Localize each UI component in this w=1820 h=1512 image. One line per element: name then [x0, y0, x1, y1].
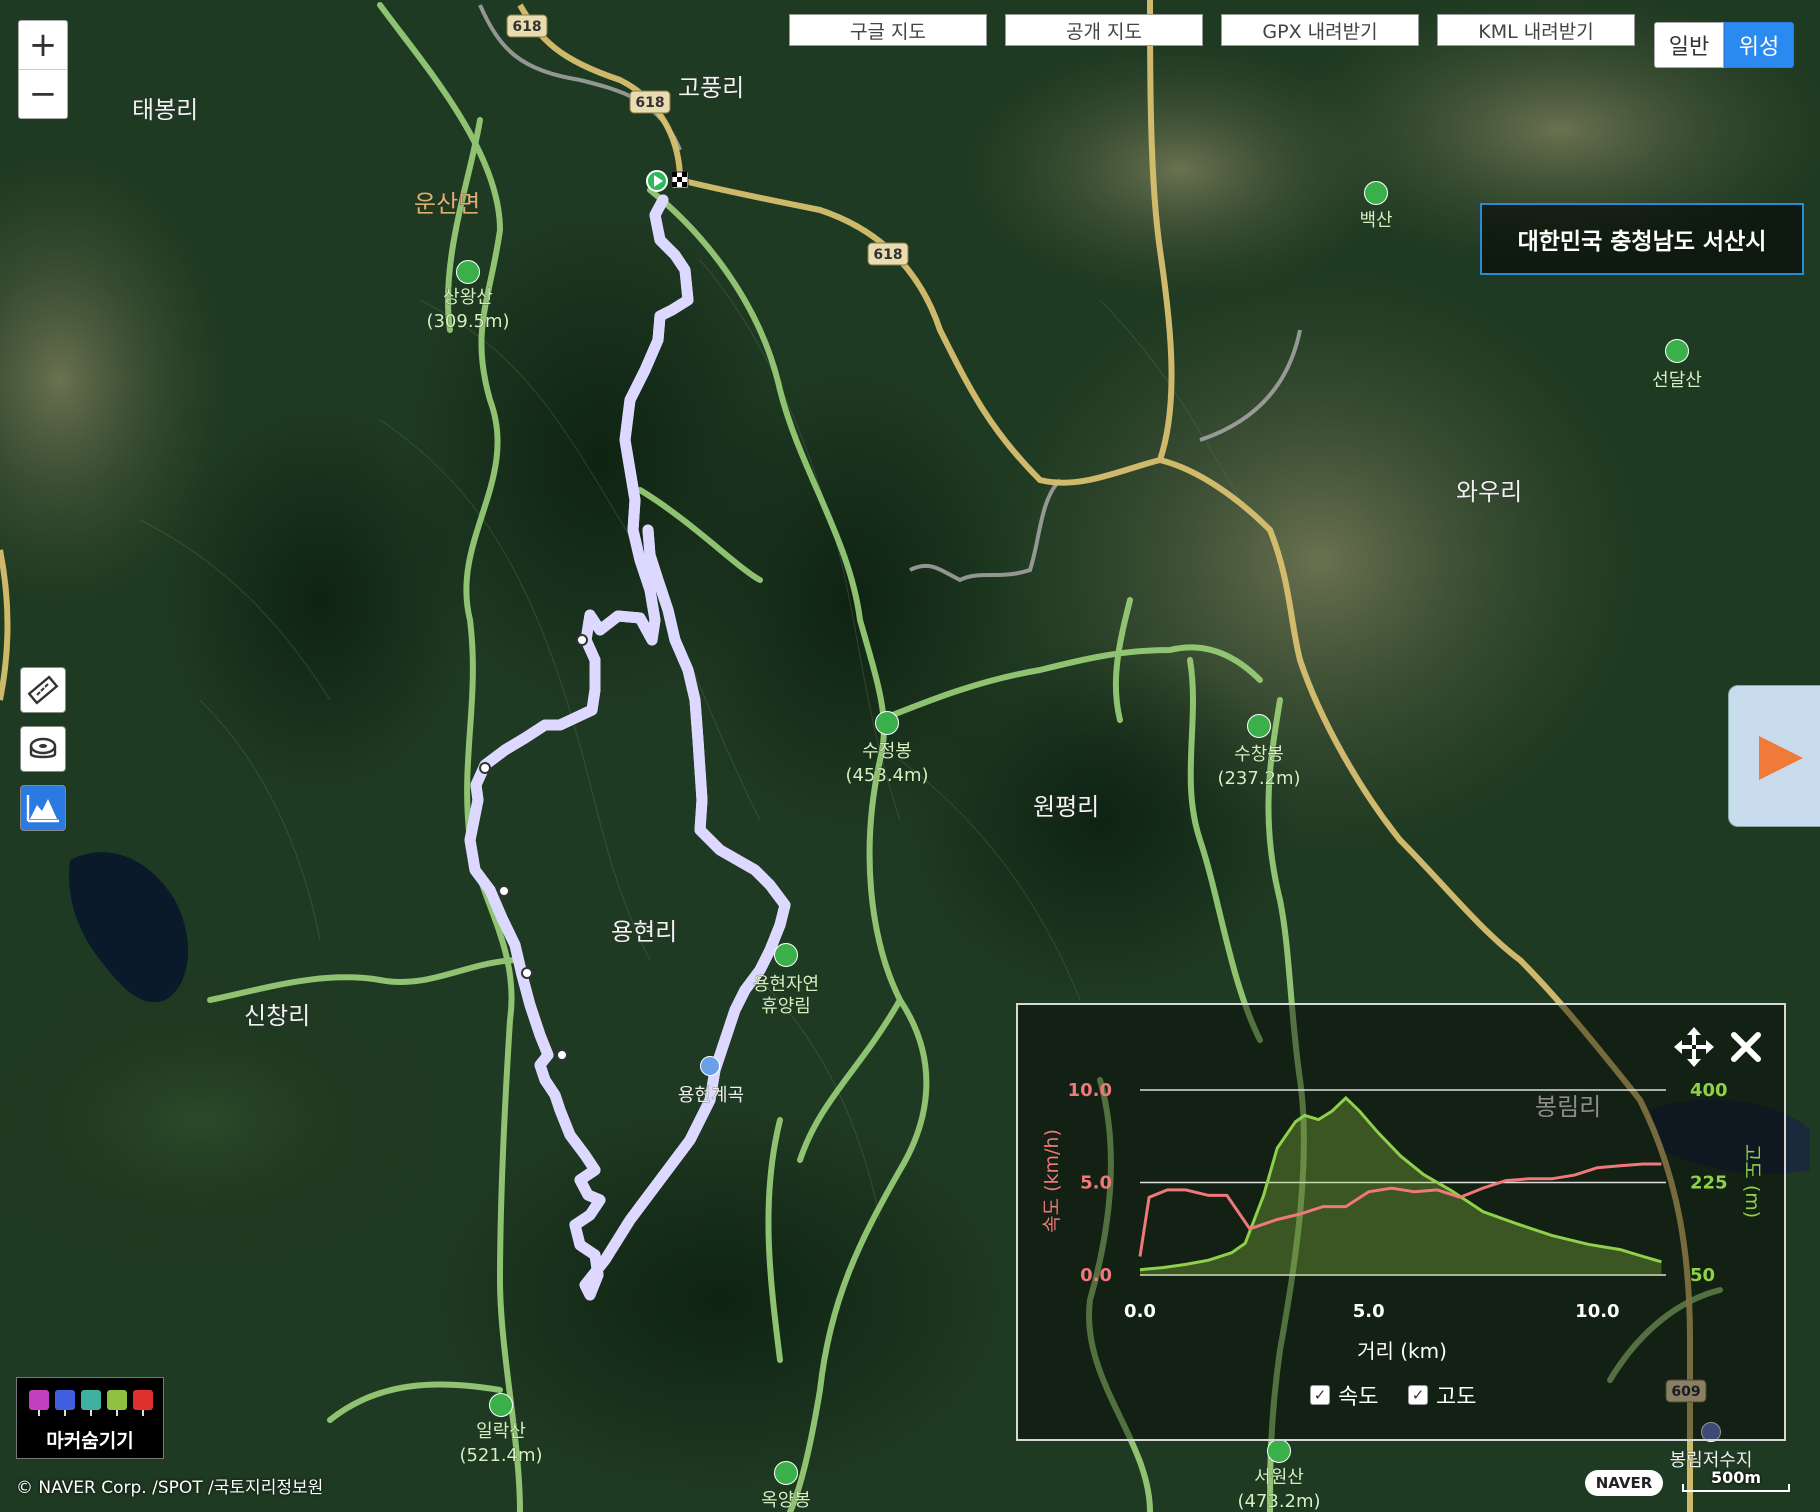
- region-label: 대한민국 충청남도 서산시: [1480, 203, 1804, 275]
- elevation-profile-tool-button[interactable]: [20, 785, 66, 831]
- svg-text:옥양봉: 옥양봉: [761, 1490, 811, 1511]
- label-taebongri: 태봉리: [132, 96, 198, 124]
- side-panel-toggle[interactable]: [1728, 685, 1820, 827]
- road-618-shield-right: 618: [867, 242, 909, 266]
- x-tick-2: 10.0: [1575, 1301, 1619, 1322]
- road-618-shield-top: 618: [506, 14, 548, 38]
- tape-measure-icon: [29, 737, 57, 759]
- label-sinchangri: 신창리: [244, 1002, 310, 1030]
- label-wonpyeongri: 원평리: [1033, 793, 1099, 821]
- legend-speed-label: 속도: [1338, 1385, 1379, 1410]
- x-tick-0: 0.0: [1124, 1301, 1156, 1322]
- marker-hide-label: 마커숨기기: [46, 1430, 134, 1452]
- ruler-tool-button[interactable]: [20, 667, 66, 713]
- y-right-tick-0: 50: [1690, 1265, 1715, 1286]
- speed-elevation-chart: 0.0 5.0 10.0 50 225 400 0.0 5.0 10.0 거리 (km) 속도 …: [1041, 1080, 1763, 1363]
- legend-elevation-label: 고도: [1436, 1385, 1477, 1410]
- svg-text:618: 618: [873, 247, 902, 263]
- svg-text:618: 618: [512, 19, 541, 35]
- x-axis-label: 거리 (km): [1357, 1339, 1447, 1363]
- svg-text:(453.4m): (453.4m): [845, 765, 928, 786]
- label-yonghyeonri: 용현리: [611, 918, 677, 946]
- svg-text:(309.5m): (309.5m): [426, 311, 509, 332]
- y-right-tick-2: 400: [1690, 1080, 1728, 1101]
- label-gopungri: 고풍리: [678, 74, 744, 102]
- svg-text:용현계곡: 용현계곡: [678, 1085, 744, 1106]
- map-type-satellite-button[interactable]: 위성: [1724, 22, 1794, 68]
- marker-hide-button[interactable]: 마커숨기기: [16, 1377, 164, 1459]
- naver-logo: NAVER: [1585, 1470, 1663, 1496]
- svg-text:(521.4m): (521.4m): [459, 1445, 542, 1466]
- svg-text:(237.2m): (237.2m): [1217, 768, 1300, 789]
- map-attribution: © NAVER Corp. /SPOT /국토지리정보원: [16, 1478, 324, 1498]
- zoom-control: + −: [18, 20, 68, 119]
- elevation-checkbox[interactable]: ✓: [1408, 1385, 1428, 1405]
- ruler-icon: [27, 675, 59, 705]
- svg-text:618: 618: [635, 95, 664, 111]
- map-type-normal-button[interactable]: 일반: [1654, 22, 1724, 68]
- kml-download-button[interactable]: KML 내려받기: [1437, 14, 1635, 46]
- finish-flag-icon[interactable]: [671, 171, 689, 189]
- marker-type-icons: [29, 1390, 153, 1416]
- label-waori: 와우리: [1456, 478, 1522, 506]
- svg-text:(473.2m): (473.2m): [1237, 1491, 1320, 1512]
- svg-text:선달산: 선달산: [1652, 370, 1702, 391]
- svg-text:수정봉: 수정봉: [862, 741, 912, 762]
- open-map-button[interactable]: 공개 지도: [1005, 14, 1203, 46]
- y-right-axis-label: 고도 (m): [1741, 1144, 1763, 1218]
- play-arrow-icon: [1759, 736, 1803, 780]
- y-left-tick-0: 0.0: [1080, 1265, 1112, 1286]
- y-left-tick-1: 5.0: [1080, 1173, 1112, 1194]
- x-tick-1: 5.0: [1353, 1301, 1385, 1322]
- zoom-out-button[interactable]: −: [19, 70, 67, 118]
- scale-bar: 500m: [1680, 1468, 1792, 1494]
- speed-checkbox[interactable]: ✓: [1310, 1385, 1330, 1405]
- y-right-tick-1: 225: [1690, 1173, 1728, 1194]
- svg-text:용현자연: 용현자연: [753, 974, 819, 995]
- tape-measure-tool-button[interactable]: [20, 726, 66, 772]
- svg-text:백산: 백산: [1359, 210, 1392, 231]
- road-618-shield-mid: 618: [629, 90, 671, 114]
- svg-text:상왕산: 상왕산: [443, 287, 493, 308]
- svg-text:수창봉: 수창봉: [1234, 744, 1284, 765]
- mountain-chart-icon: [26, 795, 59, 823]
- svg-text:휴양림: 휴양림: [761, 996, 811, 1017]
- legend-elevation[interactable]: ✓ 고도: [1408, 1379, 1476, 1411]
- elevation-chart-panel: 0.0 5.0 10.0 50 225 400 0.0 5.0 10.0 거리 (km) 속도 …: [1016, 1003, 1786, 1441]
- y-left-axis-label: 속도 (km/h): [1041, 1129, 1063, 1233]
- svg-text:일락산: 일락산: [476, 1421, 526, 1442]
- legend-speed[interactable]: ✓ 속도: [1310, 1379, 1378, 1411]
- google-map-button[interactable]: 구글 지도: [789, 14, 987, 46]
- svg-text:서원산: 서원산: [1254, 1467, 1304, 1488]
- zoom-in-button[interactable]: +: [19, 21, 67, 70]
- elevation-series-area: [1140, 1097, 1662, 1275]
- gpx-download-button[interactable]: GPX 내려받기: [1221, 14, 1419, 46]
- y-left-tick-2: 10.0: [1068, 1080, 1112, 1101]
- label-unsanmyeon: 운산면: [414, 190, 480, 218]
